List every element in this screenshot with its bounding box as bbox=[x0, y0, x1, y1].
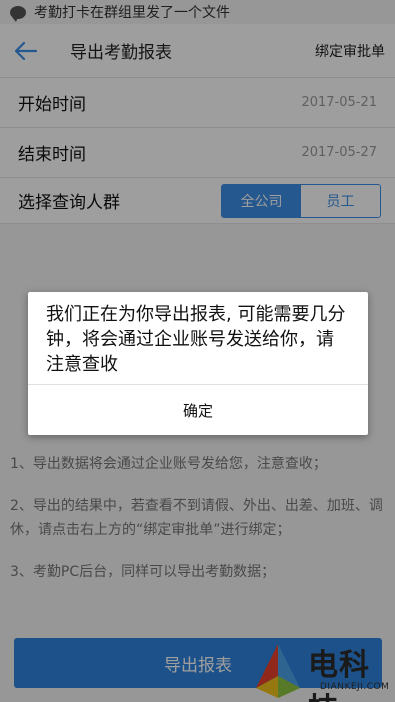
confirm-button[interactable]: 确定 bbox=[28, 385, 368, 435]
dialog-message: 我们正在为你导出报表, 可能需要几分钟，将会通过企业账号发送给你，请注意查收 bbox=[46, 304, 346, 376]
export-dialog: 我们正在为你导出报表, 可能需要几分钟，将会通过企业账号发送给你，请注意查收 确… bbox=[28, 292, 368, 435]
